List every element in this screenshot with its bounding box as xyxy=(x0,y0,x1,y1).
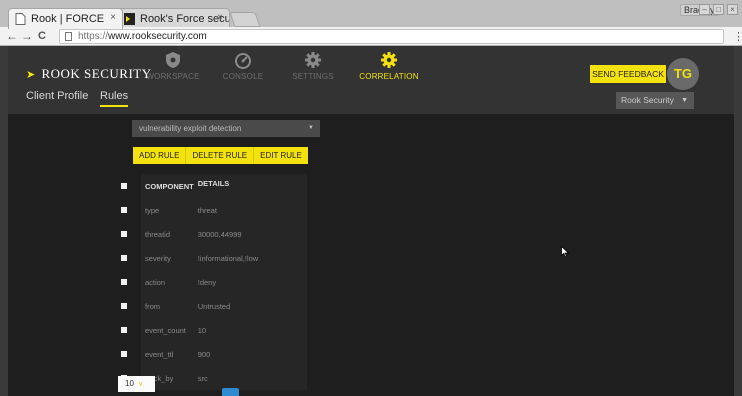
row-details: 30000,44999 xyxy=(197,229,242,239)
row-component: from xyxy=(145,301,160,311)
rook-favicon-icon xyxy=(124,13,135,25)
column-header-component[interactable]: COMPONENT xyxy=(141,174,194,198)
rook-logo-icon: ➤ xyxy=(26,69,36,81)
browser-menu-icon[interactable]: ⋮ xyxy=(733,30,742,43)
row-details: 900 xyxy=(197,349,211,359)
subnav-client-profile[interactable]: Client Profile xyxy=(26,90,88,102)
table-row[interactable]: severity !informational,!low xyxy=(115,246,307,270)
browser-tab-rook-force[interactable]: Rook | FORCE × xyxy=(8,8,123,29)
tab-title: Rook | FORCE xyxy=(31,13,105,25)
chevron-down-icon: ▼ xyxy=(681,97,688,104)
row-component: event_count xyxy=(145,325,186,335)
nav-console-label: CONSOLE xyxy=(222,72,264,81)
browser-toolbar: ← → C https://www.rooksecurity.com ⋮ xyxy=(0,27,742,46)
tab-strip: Rook | FORCE × Rook's Force secur × Brad… xyxy=(0,0,742,29)
table-row[interactable]: event_ttl 900 xyxy=(115,342,307,366)
nav-workspace[interactable]: WORKSPACE xyxy=(138,51,208,81)
logo-text: ROOK SECURITY xyxy=(41,66,152,81)
nav-settings[interactable]: SETTINGS xyxy=(278,51,348,81)
table-header-row: COMPONENT DETAILS xyxy=(115,174,307,198)
url-protocol: https:// xyxy=(78,31,109,42)
gear-icon xyxy=(381,52,397,68)
chevron-down-icon: ∨ xyxy=(138,381,144,388)
row-checkbox[interactable] xyxy=(115,270,141,294)
nav-settings-label: SETTINGS xyxy=(292,72,334,81)
address-bar[interactable]: https://www.rooksecurity.com xyxy=(59,29,724,44)
row-component: action xyxy=(145,277,166,287)
back-icon[interactable]: ← xyxy=(6,29,18,43)
row-details: !deny xyxy=(197,277,217,287)
shield-icon xyxy=(166,52,180,68)
avatar[interactable]: TG xyxy=(667,58,699,90)
select-all-checkbox[interactable] xyxy=(115,174,141,198)
nav-correlation-label: CORRELATION xyxy=(359,72,419,81)
row-details: src xyxy=(197,373,208,383)
rule-select-value: vulnerability exploit detection xyxy=(139,124,242,133)
gauge-icon xyxy=(235,53,251,69)
rule-select[interactable]: vulnerability exploit detection ▼ xyxy=(132,120,320,137)
row-checkbox[interactable] xyxy=(115,222,141,246)
table-row[interactable]: action !deny xyxy=(115,270,307,294)
row-details: !informational,!low xyxy=(197,253,259,263)
row-details: threat xyxy=(197,205,217,215)
table-row[interactable]: type threat xyxy=(115,198,307,222)
reload-icon[interactable]: C xyxy=(38,29,46,43)
table-row[interactable]: event_count 10 xyxy=(115,318,307,342)
close-window-icon[interactable]: × xyxy=(727,4,738,15)
rook-security-logo[interactable]: ➤ ROOK SECURITY xyxy=(26,66,152,82)
minimize-icon[interactable]: – xyxy=(699,4,710,15)
new-tab-button[interactable] xyxy=(229,12,261,27)
app-viewport: ➤ ROOK SECURITY WORKSPACE CONSOLE SETTIN… xyxy=(8,46,734,396)
url-host: www.rooksecurity.com xyxy=(108,31,207,42)
table-row[interactable]: from Untrusted xyxy=(115,294,307,318)
row-checkbox[interactable] xyxy=(115,342,141,366)
organization-select[interactable]: Rook Security ▼ xyxy=(616,92,694,109)
row-details: 10 xyxy=(197,325,207,335)
close-tab-icon[interactable]: × xyxy=(217,12,223,23)
delete-rule-button[interactable]: DELETE RULE xyxy=(185,147,253,164)
close-tab-icon[interactable]: × xyxy=(110,12,116,23)
organization-value: Rook Security xyxy=(621,95,674,105)
browser-tab-rook-force-secure[interactable]: Rook's Force secur × xyxy=(117,8,230,29)
row-component: type xyxy=(145,205,160,215)
table-row[interactable]: threatid 30000,44999 xyxy=(115,222,307,246)
nav-workspace-label: WORKSPACE xyxy=(146,72,200,81)
page-icon xyxy=(15,13,26,25)
page-size-select[interactable]: 10 ∨ xyxy=(118,376,155,392)
page-size-value: 10 xyxy=(125,379,134,388)
page-info-icon[interactable] xyxy=(65,32,72,41)
row-details: Untrusted xyxy=(197,301,231,311)
row-component: event_ttl xyxy=(145,349,174,359)
subnav-rules[interactable]: Rules xyxy=(100,90,129,107)
send-feedback-button[interactable]: SEND FEEDBACK xyxy=(590,65,666,83)
nav-correlation[interactable]: CORRELATION xyxy=(354,51,424,81)
chevron-down-icon: ▼ xyxy=(308,125,314,131)
maximize-icon[interactable]: □ xyxy=(713,4,724,15)
app-header: ➤ ROOK SECURITY WORKSPACE CONSOLE SETTIN… xyxy=(8,46,734,114)
browser-chrome: Rook | FORCE × Rook's Force secur × Brad… xyxy=(0,0,742,46)
forward-icon[interactable]: → xyxy=(21,29,33,43)
gear-icon xyxy=(305,52,321,68)
edit-rule-button[interactable]: EDIT RULE xyxy=(253,147,308,164)
row-checkbox[interactable] xyxy=(115,246,141,270)
add-rule-button[interactable]: ADD RULE xyxy=(133,147,185,164)
rule-components-table: COMPONENT DETAILS type threat threatid 3000… xyxy=(115,174,307,390)
mouse-cursor-icon xyxy=(561,246,570,258)
nav-console[interactable]: CONSOLE xyxy=(208,51,278,81)
row-checkbox[interactable] xyxy=(115,198,141,222)
row-checkbox[interactable] xyxy=(115,318,141,342)
row-component: threatid xyxy=(145,229,171,239)
pagination-button[interactable] xyxy=(222,388,239,396)
row-component: severity xyxy=(145,253,171,263)
rule-actions: ADD RULE DELETE RULE EDIT RULE xyxy=(133,147,308,164)
row-checkbox[interactable] xyxy=(115,294,141,318)
column-header-details[interactable]: DETAILS xyxy=(193,174,307,198)
